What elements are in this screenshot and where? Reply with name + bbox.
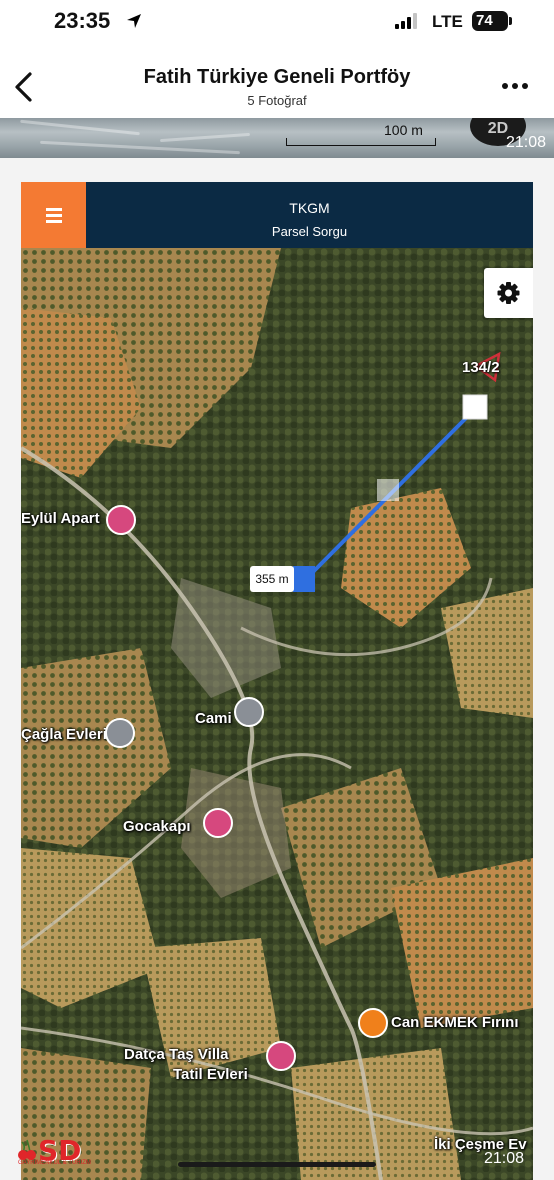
map-label-cagla-evleri[interactable]: Çağla Evleri [21,726,107,743]
cherry-icon [18,1139,36,1160]
parcel-number-label[interactable]: 134/2 [462,359,500,376]
network-type: LTE [432,12,463,31]
distance-label: 355 m [250,566,294,592]
hotel-icon[interactable] [203,808,233,838]
place-pin-icon[interactable] [105,718,135,748]
app-header: TKGM Parsel Sorgu [21,182,533,248]
photo-timestamp: 21:08 [483,1150,524,1167]
previous-photo-strip[interactable]: 100 m 2D 21:08 [0,118,554,158]
status-time: 23:35 [54,8,111,33]
map-label-tatil-evleri[interactable]: Tatil Evleri [173,1066,248,1083]
map-label-datca-tas-villa[interactable]: Datça Taş Villa [124,1046,229,1063]
home-indicator[interactable] [178,1162,376,1167]
battery-icon: 74 [472,11,508,31]
logo-subtitle: GAYRIMENKUL & TURIZM [18,1160,91,1166]
mosque-icon[interactable] [234,697,264,727]
more-options-icon[interactable] [502,83,528,91]
map-label-can-ekmek[interactable]: Can EKMEK Fırını [391,1014,519,1031]
map-scale-label: 100 m [384,122,423,138]
photo-timestamp: 21:08 [505,134,546,151]
page-title: Fatih Türkiye Geneli Portföy [143,66,411,88]
satellite-map[interactable]: 134/2 355 m Eylül Apart Cami Çağla Evler… [21,248,533,1180]
map-label-gocakapi[interactable]: Gocakapı [123,818,191,835]
battery-tip [509,17,512,25]
map-label-cami[interactable]: Cami [195,710,232,727]
map-label-eylul-apart[interactable]: Eylül Apart [21,510,100,527]
status-bar: 23:35 LTE 74 [0,0,554,44]
hotel-icon[interactable] [266,1041,296,1071]
settings-gear-icon[interactable] [484,268,533,318]
cellular-signal-icon [395,13,423,29]
restaurant-icon[interactable] [358,1008,388,1038]
main-photo[interactable]: TKGM Parsel Sorgu 134/2 355 m Eylül Apar… [0,158,554,1180]
photo-count: 5 Fotoğraf [247,93,307,108]
agency-logo: SD GAYRIMENKUL & TURIZM [16,1134,96,1168]
hotel-icon[interactable] [106,505,136,535]
location-arrow-icon [127,14,141,28]
app-title: TKGM [289,200,330,216]
battery-level: 74 [476,12,493,29]
hamburger-menu-icon[interactable] [21,182,86,248]
app-subtitle: Parsel Sorgu [271,224,348,239]
satellite-imagery [21,248,533,1180]
map-scale-bar [286,138,436,146]
